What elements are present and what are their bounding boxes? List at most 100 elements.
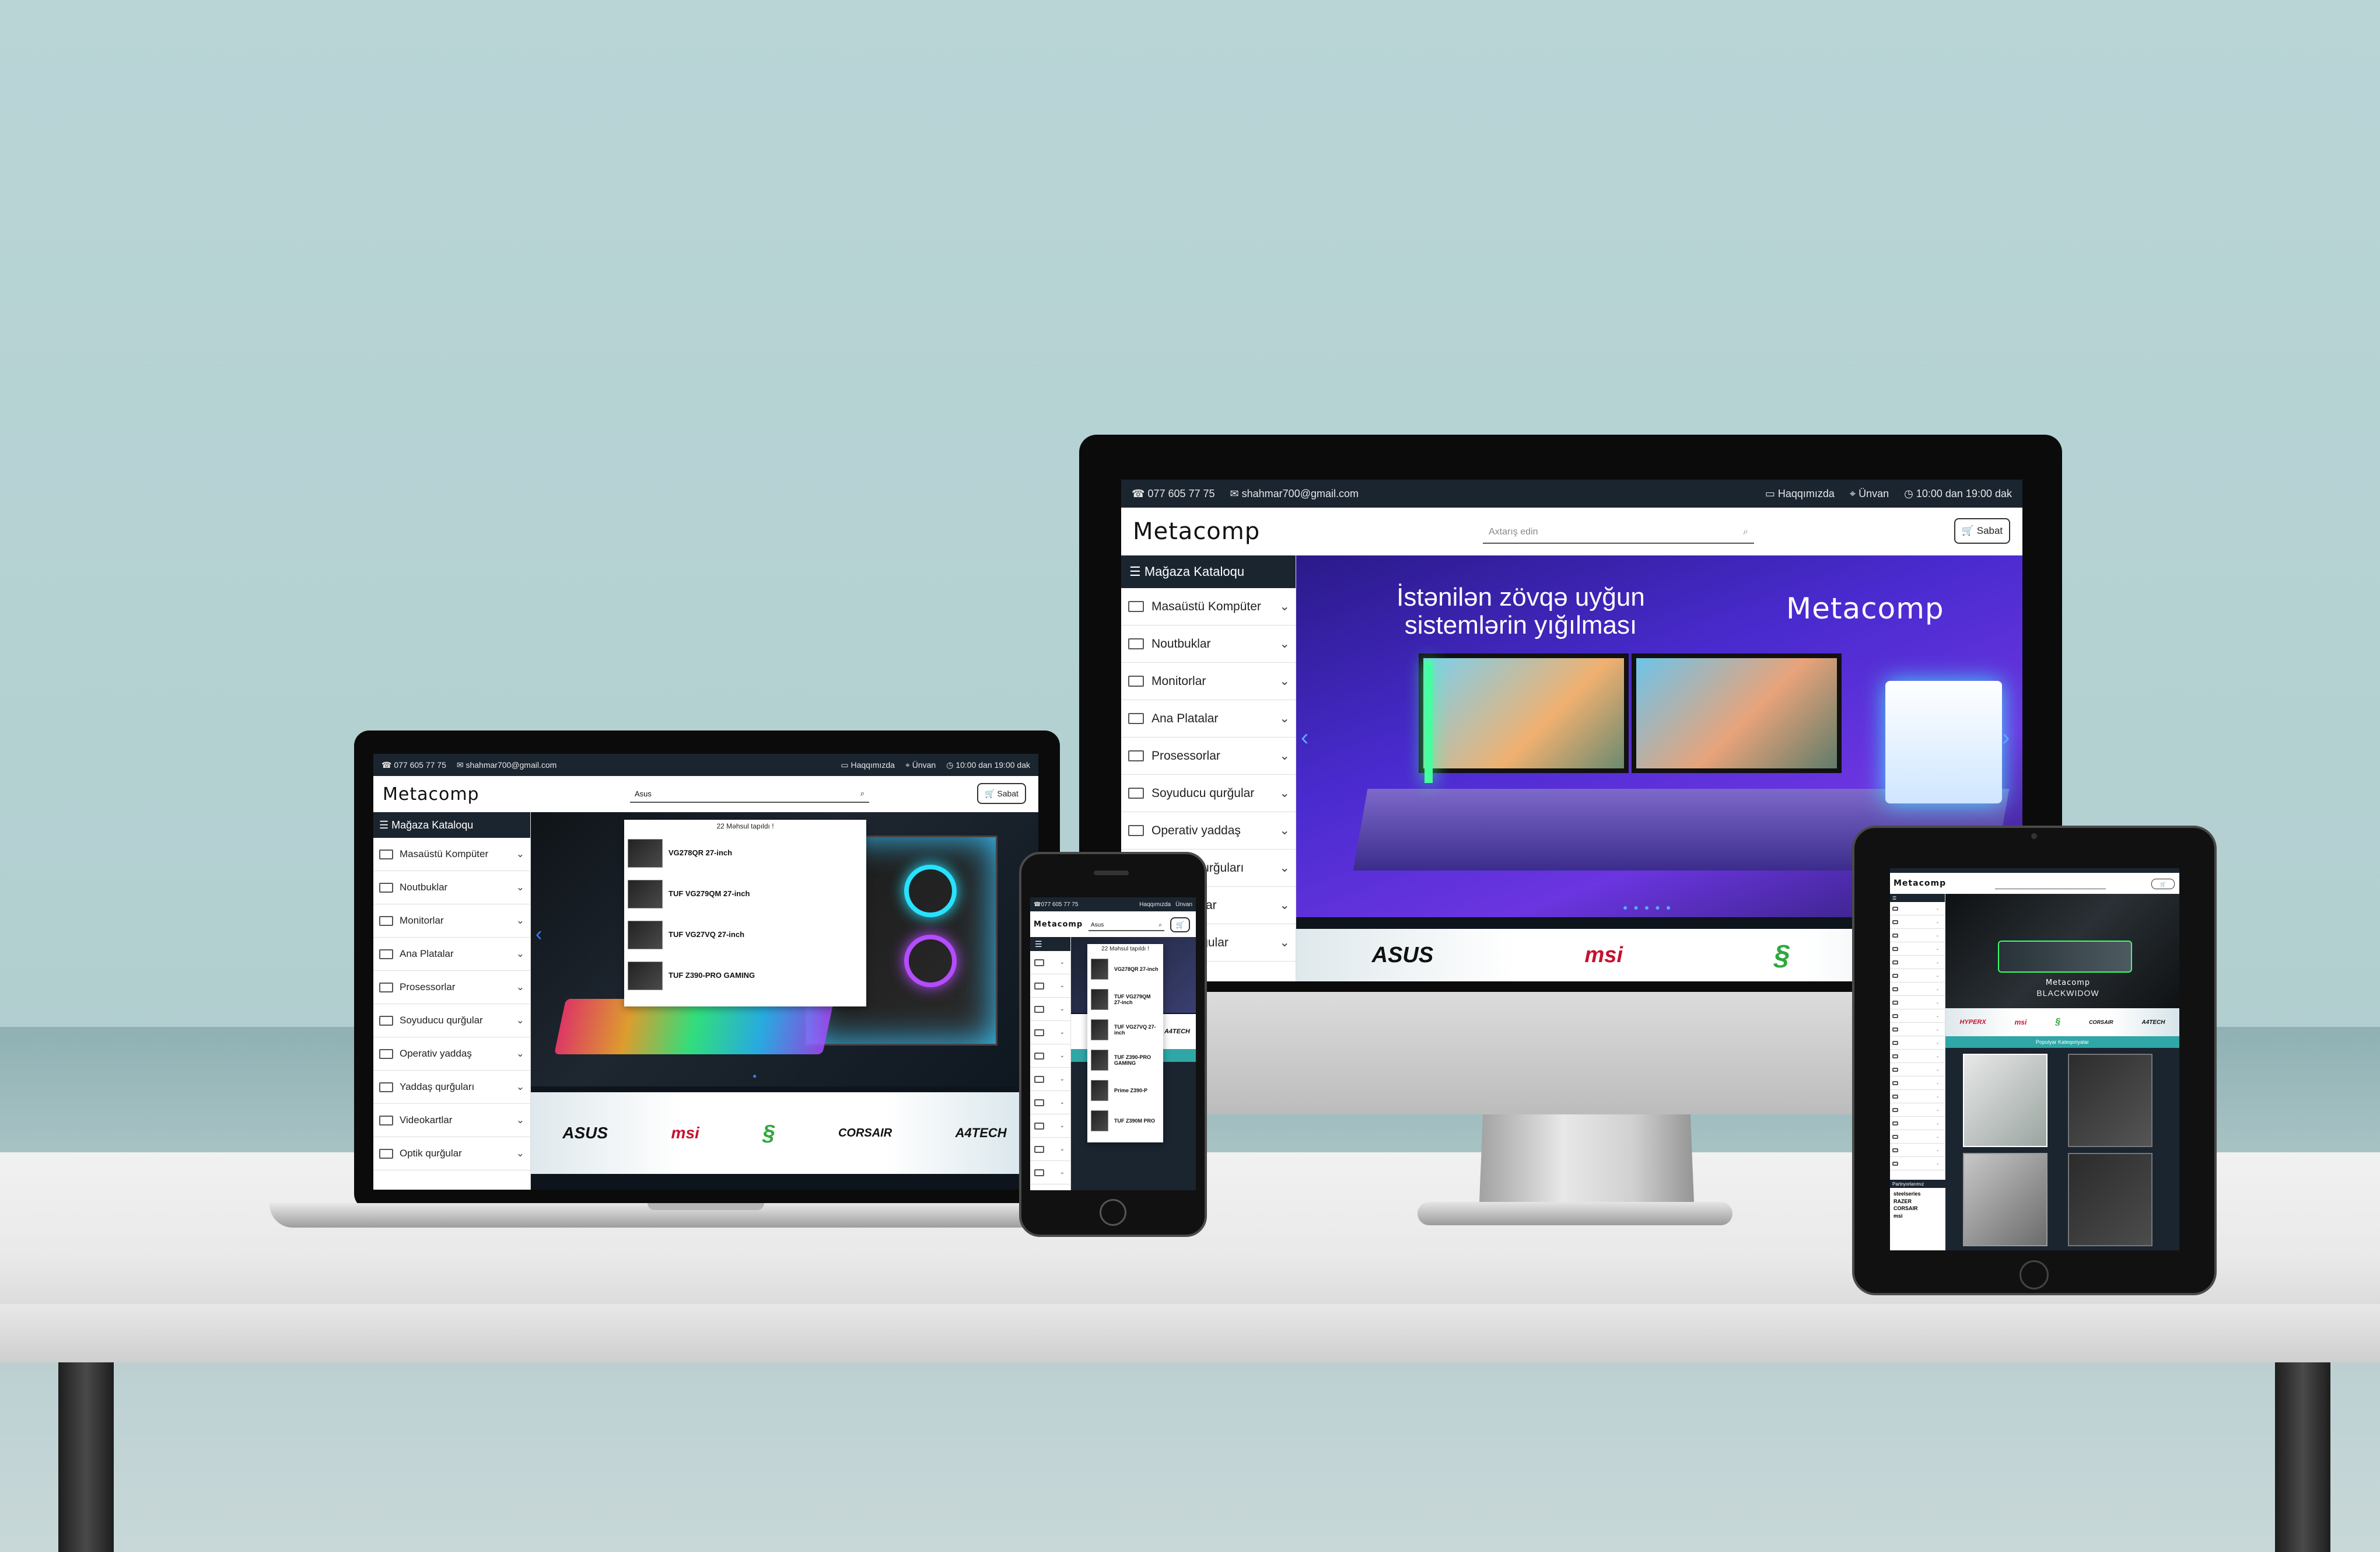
address-link[interactable]: ⌖ Ünvan [905,760,936,770]
category-item[interactable]: ⌄ [1030,998,1070,1021]
brand-hyperx[interactable]: HYPERX [1959,1019,1986,1026]
category-tile-monitor[interactable] [2068,1054,2152,1147]
category-item[interactable]: Noutbuklar ⌄ [373,871,530,904]
category-item[interactable]: Masaüstü Kompüter ⌄ [373,838,530,871]
search-result-item[interactable]: Prime Z390-P [1087,1075,1163,1106]
chevron-down-icon[interactable]: ⌄ [1936,1014,1939,1018]
chevron-down-icon[interactable]: ⌄ [1279,823,1290,838]
category-item[interactable]: ⌄ [1890,1050,1945,1063]
partner-logo[interactable]: msi [1894,1212,1942,1220]
category-item[interactable]: ⌄ [1890,969,1945,983]
category-item[interactable]: ⌄ [1890,1036,1945,1050]
catalog-header[interactable]: ☰ Mağaza Kataloqu [373,812,530,838]
hero-pagination[interactable]: ● [752,1072,761,1080]
category-item[interactable]: ⌄ [1890,956,1945,969]
category-item[interactable]: Prosessorlar ⌄ [373,971,530,1004]
category-item[interactable]: Videokartlar ⌄ [373,1104,530,1137]
site-logo[interactable]: Metacomp [1894,879,1946,888]
brand-razer-logo[interactable]: § [1774,939,1790,971]
category-item[interactable]: ⌄ [1890,1130,1945,1144]
search-result-item[interactable]: TUF Z390-PRO GAMING [624,955,866,996]
search-result-item[interactable]: TUF VG279QM 27-inch [1087,984,1163,1015]
phone-home-button[interactable] [1100,1199,1126,1226]
chevron-down-icon[interactable]: ⌄ [516,1015,524,1026]
chevron-down-icon[interactable]: ⌄ [1936,907,1939,911]
search-icon[interactable]: ⌕ [1743,527,1748,537]
chevron-down-icon[interactable]: ⌄ [1060,959,1065,966]
category-item[interactable]: ⌄ [1890,1103,1945,1117]
chevron-down-icon[interactable]: ⌄ [1936,1162,1939,1166]
chevron-down-icon[interactable]: ⌄ [1279,749,1290,763]
site-logo[interactable]: Metacomp [1133,518,1260,545]
brand-razer-logo[interactable]: § [2055,1017,2060,1027]
chevron-down-icon[interactable]: ⌄ [1279,674,1290,688]
chevron-down-icon[interactable]: ⌄ [1936,934,1939,938]
category-item[interactable]: Noutbuklar ⌄ [1121,625,1296,663]
category-item[interactable]: ⌄ [1890,1117,1945,1130]
brand-razer-logo[interactable]: § [762,1121,775,1146]
chevron-down-icon[interactable]: ⌄ [1060,1029,1065,1036]
chevron-down-icon[interactable]: ⌄ [1279,935,1290,950]
email-link[interactable]: ✉ shahmar700@gmail.com [457,760,556,770]
chevron-down-icon[interactable]: ⌄ [1936,1081,1939,1085]
chevron-down-icon[interactable]: ⌄ [1936,1054,1939,1058]
chevron-down-icon[interactable]: ⌄ [1060,1169,1065,1176]
catalog-header[interactable]: ☰ [1030,937,1070,951]
brand-corsair[interactable]: CORSAIR [838,1127,892,1140]
brand-a4tech[interactable]: A4TECH [956,1125,1007,1141]
partner-logo[interactable]: CORSAIR [1894,1205,1942,1212]
chevron-down-icon[interactable]: ⌄ [1060,1146,1065,1152]
chevron-down-icon[interactable]: ⌄ [1936,1148,1939,1152]
brand-msi[interactable]: msi [2015,1018,2027,1026]
category-item[interactable]: Yaddaş qurğuları ⌄ [373,1071,530,1104]
chevron-down-icon[interactable]: ⌄ [1936,1108,1939,1112]
search-result-item[interactable]: TUF VG27VQ 27-inch [624,914,866,955]
about-link[interactable]: ▭ Haqqımızda [841,760,895,770]
category-item[interactable]: Soyuducu qurğular ⌄ [1121,775,1296,812]
about-link[interactable]: ▭ Haqqımızda [1765,488,1835,500]
chevron-down-icon[interactable]: ⌄ [516,1081,524,1093]
chevron-down-icon[interactable]: ⌄ [1279,786,1290,801]
search-input[interactable]: Asus ⌕ [1088,920,1164,931]
category-tile-videocard[interactable] [2068,1153,2152,1246]
category-item[interactable]: ⌄ [1890,983,1945,996]
phone-link[interactable]: ☎ 077 605 77 75 [382,760,446,770]
chevron-down-icon[interactable]: ⌄ [1279,599,1290,614]
search-icon[interactable]: ⌕ [860,789,864,798]
catalog-header[interactable]: ☰ [1890,894,1945,902]
chevron-down-icon[interactable]: ⌄ [1936,1068,1939,1072]
chevron-down-icon[interactable]: ⌄ [1279,898,1290,913]
category-item[interactable]: ⌄ [1890,915,1945,929]
category-item[interactable]: ⌄ [1890,1076,1945,1090]
about-link[interactable]: Haqqımızda [1139,901,1171,908]
brand-msi[interactable]: msi [1585,943,1623,968]
chevron-down-icon[interactable]: ⌄ [516,1048,524,1060]
category-item[interactable]: ⌄ [1030,1044,1070,1068]
brand-a4tech[interactable]: A4TECH [1164,1028,1190,1035]
partner-logo[interactable]: steelseries [1894,1190,1942,1198]
category-item[interactable]: ⌄ [1030,1021,1070,1044]
search-result-item[interactable]: TUF VG27VQ 27-inch [1087,1015,1163,1045]
search-input[interactable] [1995,882,2106,889]
category-item[interactable]: ⌄ [1890,996,1945,1009]
brand-msi[interactable]: msi [671,1124,699,1142]
category-item[interactable]: Ana Platalar ⌄ [373,938,530,971]
chevron-down-icon[interactable]: ⌄ [1060,1053,1065,1059]
chevron-down-icon[interactable]: ⌄ [1936,974,1939,978]
category-item[interactable]: Masaüstü Kompüter ⌄ [1121,588,1296,625]
chevron-down-icon[interactable]: ⌄ [1060,983,1065,989]
category-item[interactable]: ⌄ [1890,1144,1945,1157]
category-item[interactable]: ⌄ [1030,1068,1070,1091]
category-item[interactable]: ⌄ [1030,1138,1070,1161]
category-item[interactable]: Soyuducu qurğular ⌄ [373,1004,530,1037]
category-item[interactable]: Optik qurğular ⌄ [373,1137,530,1170]
search-input[interactable]: Axtarış edin ⌕ [1483,522,1754,544]
chevron-down-icon[interactable]: ⌄ [516,915,524,927]
chevron-down-icon[interactable]: ⌄ [1936,987,1939,991]
category-item[interactable]: ⌄ [1890,1023,1945,1036]
search-input[interactable]: Asus ⌕ [630,785,869,803]
category-item[interactable]: Monitorlar ⌄ [1121,663,1296,700]
category-item[interactable]: ⌄ [1890,1009,1945,1023]
search-result-item[interactable]: TUF Z390-PRO GAMING [1087,1045,1163,1075]
hero-prev-arrow[interactable]: ‹ [536,923,542,946]
